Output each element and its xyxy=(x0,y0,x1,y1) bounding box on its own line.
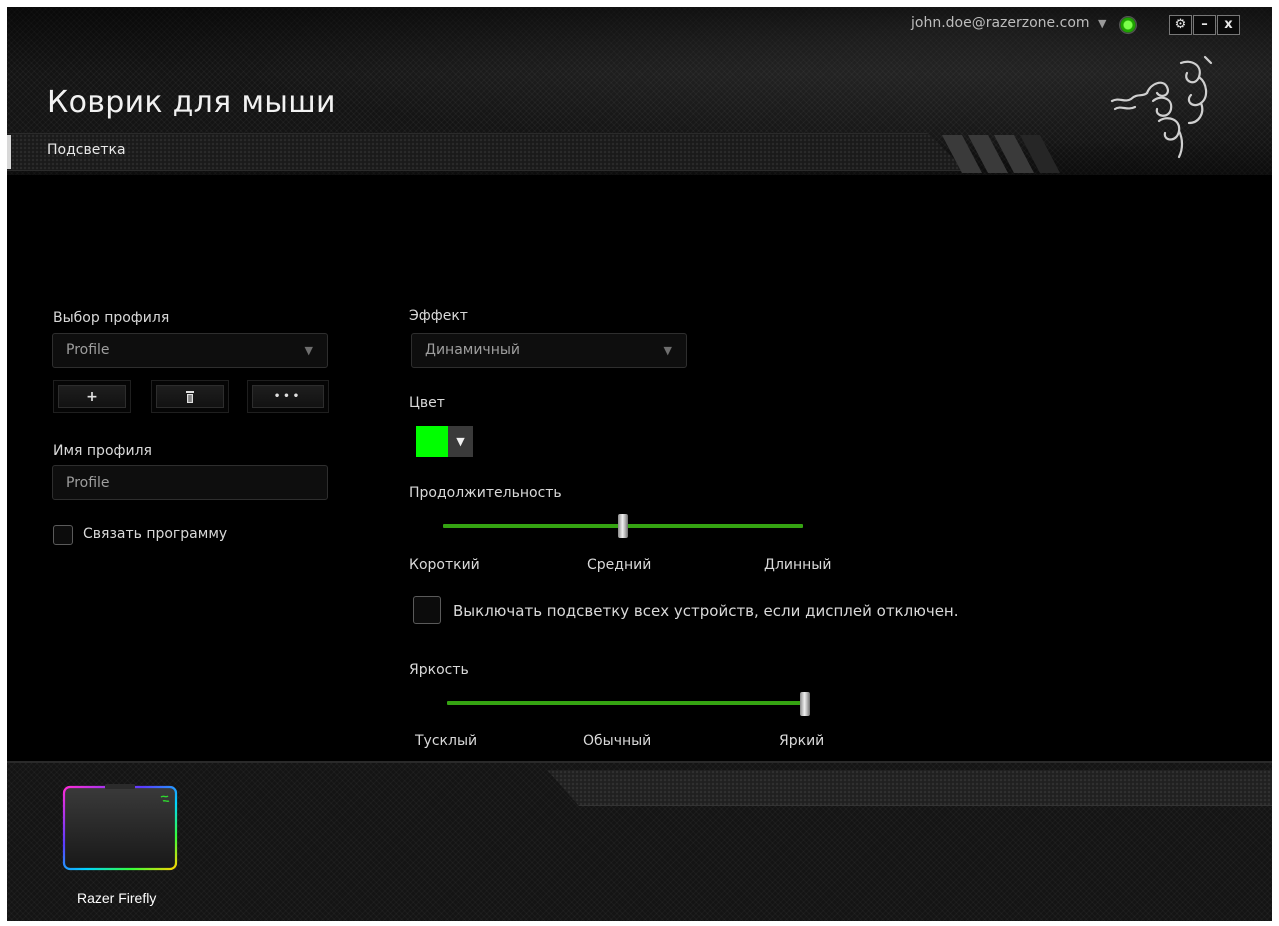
add-profile-button[interactable]: + xyxy=(53,380,131,413)
profile-dropdown-value: Profile xyxy=(66,342,110,358)
user-account[interactable]: john.doe@razerzone.com xyxy=(911,15,1090,31)
duration-label: Продолжительность xyxy=(409,485,562,501)
duration-slider-handle[interactable] xyxy=(618,514,628,538)
brightness-dim-label: Тусклый xyxy=(415,733,478,749)
display-off-label: Выключать подсветку всех устройств, если… xyxy=(453,602,959,620)
brightness-slider-handle[interactable] xyxy=(800,692,810,716)
chevron-down-icon: ▼ xyxy=(663,344,672,357)
razer-firefly-mousepad-icon[interactable] xyxy=(61,783,179,873)
account-caret-icon[interactable]: ▼ xyxy=(1098,17,1106,30)
effect-label: Эффект xyxy=(409,308,468,324)
brightness-bright-label: Яркий xyxy=(779,733,825,749)
close-icon: x xyxy=(1224,17,1233,32)
profile-name-label: Имя профиля xyxy=(53,443,152,459)
display-off-checkbox[interactable] xyxy=(413,596,441,624)
brightness-normal-label: Обычный xyxy=(583,733,652,749)
chevron-down-icon: ▼ xyxy=(304,344,313,357)
color-picker[interactable]: ▼ xyxy=(416,426,473,457)
delete-profile-button[interactable] xyxy=(151,380,229,413)
duration-medium-label: Средний xyxy=(587,557,652,573)
plus-icon: + xyxy=(58,385,126,408)
device-name[interactable]: Razer Firefly xyxy=(77,890,156,906)
close-button[interactable]: x xyxy=(1217,15,1240,35)
tab-lighting[interactable]: Подсветка xyxy=(47,142,126,158)
gear-icon: ⚙ xyxy=(1174,17,1187,32)
color-label: Цвет xyxy=(409,395,445,411)
profile-name-field[interactable] xyxy=(52,465,328,500)
more-options-button[interactable]: ••• xyxy=(247,380,329,413)
minimize-button[interactable]: – xyxy=(1193,15,1216,35)
decorative-stripes xyxy=(942,135,1060,173)
synapse-window: Коврик для мыши Подсветка john.doe@razer… xyxy=(7,7,1272,921)
duration-long-label: Длинный xyxy=(764,557,832,573)
footer-strip xyxy=(547,770,1272,806)
link-program-checkbox[interactable] xyxy=(53,525,73,545)
subnav-bar xyxy=(7,133,967,171)
minimize-icon: – xyxy=(1201,17,1208,32)
ellipsis-icon: ••• xyxy=(252,385,324,408)
effect-dropdown[interactable]: Динамичный ▼ xyxy=(411,333,687,368)
trash-icon xyxy=(156,385,224,408)
page-title: Коврик для мыши xyxy=(47,85,336,120)
online-status-icon xyxy=(1119,16,1137,34)
effect-dropdown-value: Динамичный xyxy=(425,342,521,358)
brightness-label: Яркость xyxy=(409,662,469,678)
brightness-slider-track[interactable] xyxy=(447,701,805,705)
footer-divider xyxy=(7,761,1272,763)
profile-select-label: Выбор профиля xyxy=(53,310,170,326)
color-swatch xyxy=(416,426,448,457)
settings-button[interactable]: ⚙ xyxy=(1169,15,1192,35)
caret-down-icon: ▼ xyxy=(448,426,473,457)
razer-logo-icon xyxy=(1110,55,1213,159)
duration-short-label: Короткий xyxy=(409,557,480,573)
profile-dropdown[interactable]: Profile ▼ xyxy=(52,333,328,368)
active-tab-indicator xyxy=(7,135,11,169)
link-program-label: Связать программу xyxy=(83,526,228,542)
